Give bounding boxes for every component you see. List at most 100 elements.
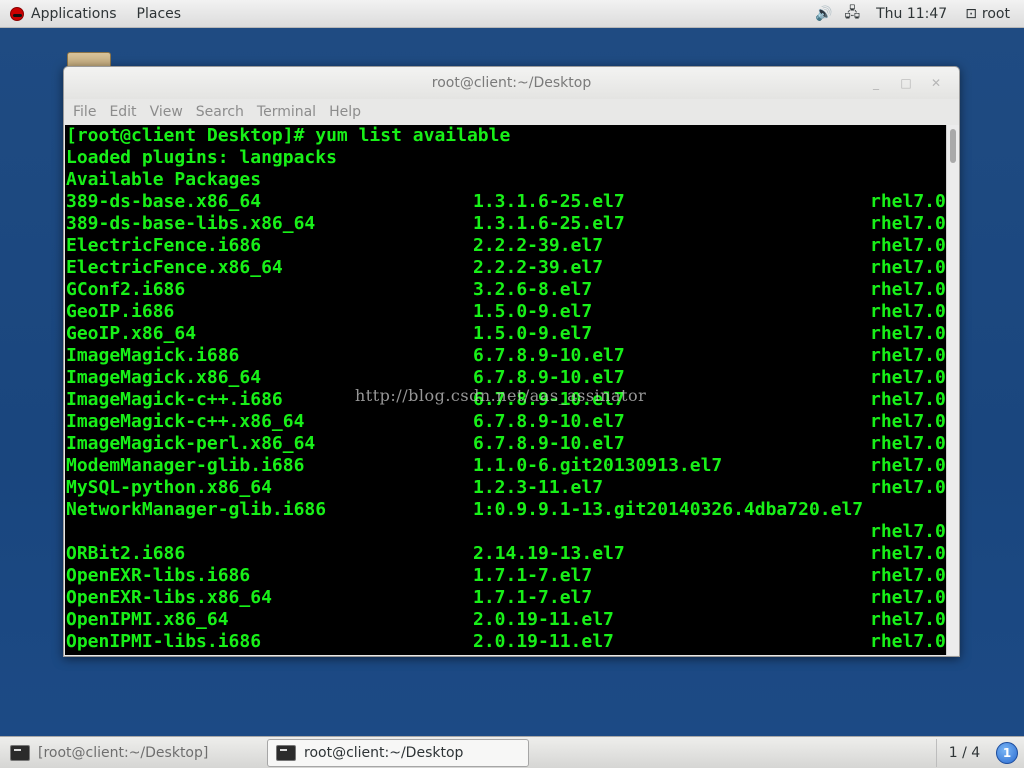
package-row: GeoIP.i686 1.5.0-9.el7 rhel7.0 [65,301,946,323]
package-version: 6.7.8.9-10.el7 [473,433,625,454]
package-row: MySQL-python.x86_64 1.2.3-11.el7 rhel7.0 [65,477,946,499]
package-row: 389-ds-base-libs.x86_64 1.3.1.6-25.el7 rhe… [65,213,946,235]
package-name: ElectricFence.i686 [66,235,262,256]
package-name: MySQL-python.x86_64 [66,477,272,498]
package-version: 6.7.8.9-10.el7 [473,345,625,366]
minimize-icon[interactable]: _ [861,67,891,99]
package-repo: rhel7.0 [870,433,946,454]
package-name: ImageMagick-perl.x86_64 [66,433,316,454]
status-area: 🔊 🖧 Thu 11:47 ⊡ root [809,0,1024,28]
package-row: GeoIP.x86_64 1.5.0-9.el7 rhel7.0 [65,323,946,345]
terminal-line-text: Available Packages [66,169,262,190]
taskbar-item-label: root@client:~/Desktop [304,745,464,761]
package-name: 389-ds-base-libs.x86_64 [66,213,316,234]
package-row: rhel7.0 [65,521,946,543]
package-repo: rhel7.0 [870,455,946,476]
applications-menu[interactable]: Applications [0,0,127,28]
package-version: 1.5.0-9.el7 [473,301,593,322]
window-titlebar[interactable]: root@client:~/Desktop _ □ ✕ [64,67,959,99]
terminal-line: Available Packages [65,169,946,191]
user-name: root [981,6,1010,22]
package-row: OpenEXR-libs.x86_64 1.7.1-7.el7 rhel7.0 [65,587,946,609]
scrollbar-thumb[interactable] [950,129,956,163]
places-label: Places [136,5,182,22]
package-name: OpenEXR-libs.i686 [66,565,251,586]
menu-file[interactable]: File [68,104,104,120]
places-menu[interactable]: Places [127,0,192,28]
package-row: OpenEXR-libs.i686 1.7.1-7.el7 rhel7.0 [65,565,946,587]
package-name: ORBit2.i686 [66,543,186,564]
package-repo: rhel7.0 [870,323,946,344]
package-repo: rhel7.0 [870,301,946,322]
network-icon[interactable]: 🖧 [838,2,866,26]
taskbar-item-terminal-2[interactable]: root@client:~/Desktop [267,739,529,767]
terminal-menubar: File Edit View Search Terminal Help [64,99,959,125]
menu-edit[interactable]: Edit [104,104,144,120]
package-name: NetworkManager-glib.i686 [66,499,327,520]
package-name: ElectricFence.x86_64 [66,257,283,278]
package-name: OpenIPMI-libs.i686 [66,631,262,652]
package-repo: rhel7.0 [870,543,946,564]
user-menu[interactable]: ⊡ root [957,6,1024,22]
top-panel: Applications Places 🔊 🖧 Thu 11:47 ⊡ root [0,0,1024,28]
package-name: 389-ds-base.x86_64 [66,191,262,212]
terminal-scrollbar[interactable] [946,125,959,655]
notification-icon[interactable]: 1 [996,742,1018,764]
close-icon[interactable]: ✕ [921,67,951,99]
menu-search[interactable]: Search [191,104,252,120]
package-row: ImageMagick-c++.x86_64 6.7.8.9-10.el7 rhel… [65,411,946,433]
package-repo: rhel7.0 [870,367,946,388]
watermark-text: http://blog.csdn.net/aas_assinator [355,386,647,405]
terminal-line-text: [root@client Desktop]# yum list availabl… [66,125,511,146]
package-row: OpenIPMI.x86_64 2.0.19-11.el7 rhel7.0 [65,609,946,631]
taskbar-item-terminal-1[interactable]: [root@client:~/Desktop] [2,739,264,767]
package-version: 1.7.1-7.el7 [473,565,593,586]
window-controls: _ □ ✕ [861,67,951,99]
package-row: ImageMagick-perl.x86_64 6.7.8.9-10.el7 rhe… [65,433,946,455]
package-version: 1.3.1.6-25.el7 [473,191,625,212]
package-name: ImageMagick-c++.i686 [66,389,283,410]
package-row: ElectricFence.x86_64 2.2.2-39.el7 rhel7.0 [65,257,946,279]
package-version: 1.2.3-11.el7 [473,477,604,498]
package-version: 2.0.19-11.el7 [473,631,614,652]
package-repo: rhel7.0 [870,257,946,278]
maximize-icon[interactable]: □ [891,67,921,99]
user-icon: ⊡ [965,6,977,22]
terminal-icon [10,745,30,761]
terminal-line-text: Loaded plugins: langpacks [66,147,337,168]
taskbar-item-label: [root@client:~/Desktop] [38,745,209,761]
package-version: 2.14.19-13.el7 [473,543,625,564]
package-repo: rhel7.0 [870,631,946,652]
package-version: 1:0.9.9.1-13.git20140326.4dba720.el7 [473,499,864,520]
package-version: 1.1.0-6.git20130913.el7 [473,455,723,476]
package-name: GConf2.i686 [66,279,186,300]
terminal-icon [276,745,296,761]
menu-help[interactable]: Help [324,104,369,120]
package-row: ModemManager-glib.i686 1.1.0-6.git2013091… [65,455,946,477]
volume-icon[interactable]: 🔊 [809,6,838,22]
workspace-switcher[interactable]: 1 / 4 [936,739,992,767]
package-repo: rhel7.0 [870,235,946,256]
package-repo: rhel7.0 [870,609,946,630]
package-version: 2.2.2-39.el7 [473,235,604,256]
bottom-taskbar: [root@client:~/Desktop] root@client:~/De… [0,736,1024,768]
package-row: OpenIPMI-libs.i686 2.0.19-11.el7 rhel7.0 [65,631,946,653]
package-row: GConf2.i686 3.2.6-8.el7 rhel7.0 [65,279,946,301]
package-repo: rhel7.0 [870,521,946,542]
package-repo: rhel7.0 [870,587,946,608]
package-row: NetworkManager-glib.i686 1:0.9.9.1-13.git… [65,499,946,521]
package-name: ImageMagick-c++.x86_64 [66,411,305,432]
package-repo: rhel7.0 [870,389,946,410]
package-row: ElectricFence.i686 2.2.2-39.el7 rhel7.0 [65,235,946,257]
package-version: 1.7.1-7.el7 [473,587,593,608]
package-version: 3.2.6-8.el7 [473,279,593,300]
terminal-output[interactable]: [root@client Desktop]# yum list availabl… [65,125,946,655]
package-row: ImageMagick.i686 6.7.8.9-10.el7 rhel7.0 [65,345,946,367]
package-version: 1.3.1.6-25.el7 [473,213,625,234]
package-name: ImageMagick.x86_64 [66,367,262,388]
package-repo: rhel7.0 [870,191,946,212]
terminal-line: [root@client Desktop]# yum list availabl… [65,125,946,147]
clock[interactable]: Thu 11:47 [866,6,957,22]
menu-view[interactable]: View [145,104,191,120]
menu-terminal[interactable]: Terminal [252,104,324,120]
